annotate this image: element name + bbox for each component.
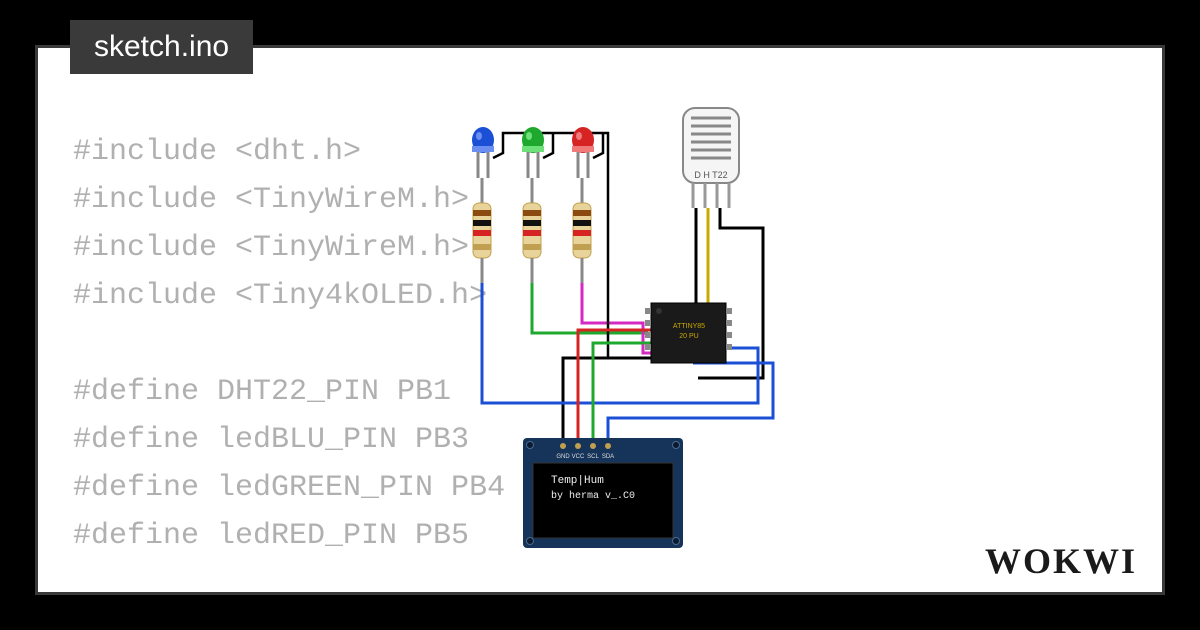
svg-text:VCC: VCC — [572, 454, 585, 460]
attiny-chip: ATTINY85 20 PU — [645, 303, 732, 363]
svg-text:Temp|Hum: Temp|Hum — [551, 475, 604, 487]
led-green — [522, 127, 544, 178]
svg-text:SDA: SDA — [602, 454, 614, 460]
svg-text:SCL: SCL — [587, 454, 599, 460]
led-red — [572, 127, 594, 178]
led-blue — [472, 127, 494, 178]
oled-display: GND VCC SCL SDA Temp|Hum by herma v_.C0 — [523, 438, 683, 548]
svg-text:GND: GND — [556, 454, 570, 460]
resistor-3 — [573, 178, 591, 283]
dht22-sensor: D H T22 — [683, 108, 739, 208]
brand-logo: WOKWI — [985, 540, 1137, 582]
svg-text:by herma v_.C0: by herma v_.C0 — [551, 490, 635, 502]
resistor-2 — [523, 178, 541, 283]
resistor-1 — [473, 178, 491, 283]
svg-text:20 PU: 20 PU — [679, 333, 698, 340]
svg-text:ATTINY85: ATTINY85 — [673, 323, 705, 330]
file-tab[interactable]: sketch.ino — [70, 20, 253, 74]
content-frame: #include <dht.h> #include <TinyWireM.h> … — [35, 45, 1165, 595]
circuit-diagram: D H T22 — [433, 98, 853, 578]
svg-text:D H T22: D H T22 — [694, 170, 727, 180]
